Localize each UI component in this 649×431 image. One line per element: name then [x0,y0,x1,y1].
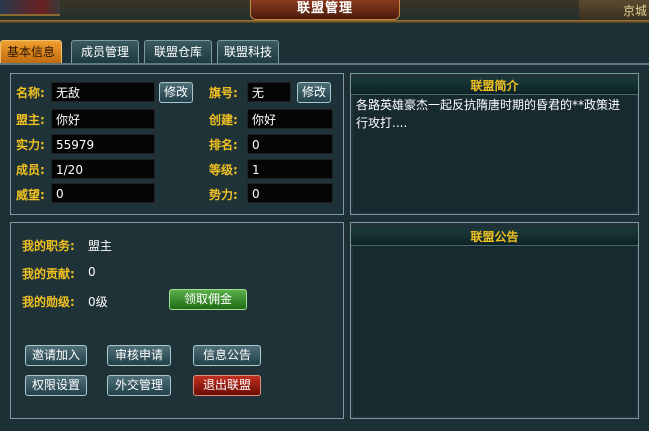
modify-flag-button[interactable]: 修改 [297,82,331,103]
prestige-label: 威望: [16,188,45,202]
modify-name-button[interactable]: 修改 [159,82,193,103]
tab-alliance-tech[interactable]: 联盟科技 [217,40,279,63]
alliance-info-panel: 名称: 无敌 修改 旗号: 无 修改 盟主: 你好 创建: 你好 实力: 559… [10,73,344,215]
name-label: 名称: [16,86,45,100]
intro-text: 各路英雄豪杰一起反抗隋唐时期的昏君的**政策进行攻打.... [356,98,621,130]
prestige-field: 0 [51,183,155,203]
flag-label: 旗号: [209,86,238,100]
tab-member-management[interactable]: 成员管理 [71,40,139,63]
leader-field: 你好 [51,109,155,129]
power-field: 55979 [51,134,155,154]
content-divider [0,63,649,65]
notice-title: 联盟公告 [351,229,638,246]
power-label: 实力: [16,138,45,152]
leader-label: 盟主: [16,113,45,127]
level-label: 等级: [209,163,238,177]
alliance-intro-panel: 联盟简介 各路英雄豪杰一起反抗隋唐时期的昏君的**政策进行攻打.... [350,73,639,215]
permission-settings-button[interactable]: 权限设置 [25,375,87,396]
collect-commission-button[interactable]: 领取佣金 [169,289,247,310]
rank-field: 0 [247,134,333,154]
contribution-label: 我的贡献: [22,267,75,281]
merit-label: 我的勋级: [22,295,75,309]
force-label: 势力: [209,188,238,202]
rank-label: 排名: [209,138,238,152]
review-application-button[interactable]: 审核申请 [107,345,171,366]
position-label: 我的职务: [22,239,75,253]
location-text: 京城 [622,4,647,18]
creator-label: 创建: [209,113,238,127]
invite-button[interactable]: 邀请加入 [25,345,87,366]
notice-button[interactable]: 信息公告 [193,345,261,366]
members-field: 1/20 [51,159,155,179]
game-scene-strip [0,0,60,16]
tab-alliance-warehouse[interactable]: 联盟仓库 [144,40,212,63]
flag-field: 无 [247,82,291,102]
force-field: 0 [247,183,333,203]
my-status-panel: 我的职务: 盟主 我的贡献: 0 我的勋级: 0级 领取佣金 邀请加入 审核申请… [10,222,344,419]
alliance-notice-panel: 联盟公告 [350,222,639,419]
name-field: 无敌 [51,82,155,102]
creator-field: 你好 [247,109,333,129]
location-corner: 京城 [579,0,649,20]
diplomacy-button[interactable]: 外交管理 [107,375,171,396]
quit-alliance-button[interactable]: 退出联盟 [193,375,261,396]
frame-border [0,20,649,23]
contribution-value: 0 [88,265,96,279]
window-title: 联盟管理 [250,0,400,20]
merit-value: 0级 [88,295,108,309]
position-value: 盟主 [88,239,113,253]
level-field: 1 [247,159,333,179]
tab-basic-info[interactable]: 基本信息 [0,40,62,63]
intro-title: 联盟简介 [351,78,638,95]
notice-body [353,246,636,416]
members-label: 成员: [16,163,45,177]
